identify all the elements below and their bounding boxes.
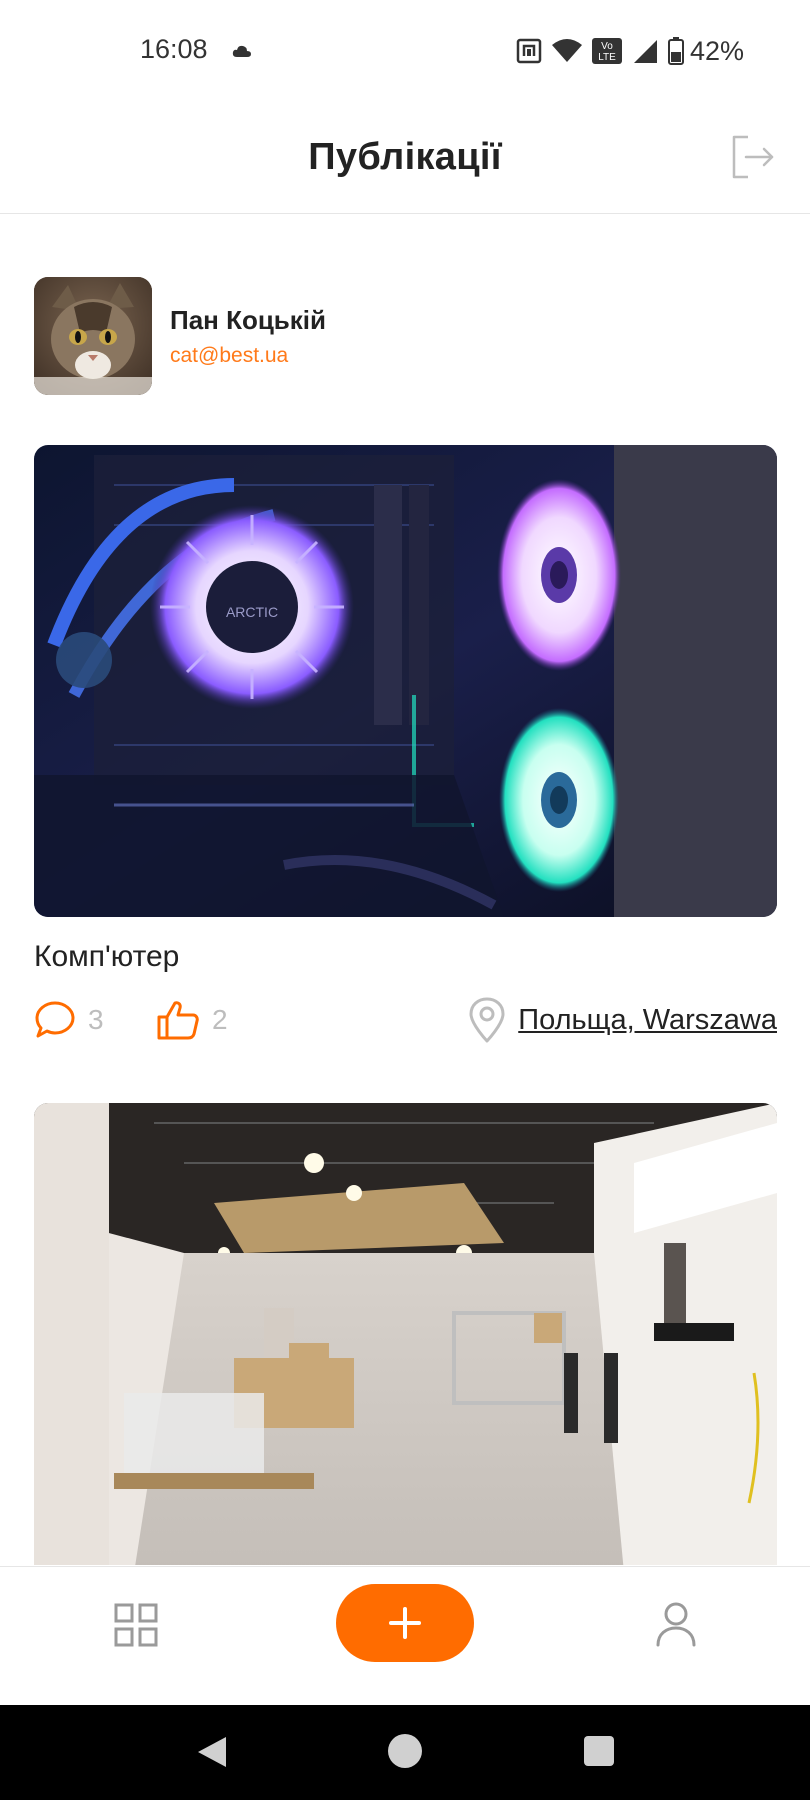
comment-icon bbox=[35, 1001, 75, 1038]
battery-icon bbox=[667, 37, 684, 65]
app-screen: 16:08 Vo LTE 42% Публікації Пан Коцькій … bbox=[0, 0, 810, 1800]
status-icons: Vo LTE 42% bbox=[506, 34, 744, 68]
post-image[interactable] bbox=[34, 1103, 777, 1565]
thumbs-up-icon bbox=[157, 1001, 199, 1040]
location-text: Польща, Warszawa bbox=[518, 1003, 777, 1036]
page-title: Публікації bbox=[308, 136, 502, 178]
user-info: Пан Коцькій cat@best.ua bbox=[170, 305, 326, 368]
logout-icon[interactable] bbox=[728, 132, 778, 182]
user-name: Пан Коцькій bbox=[170, 304, 327, 335]
map-pin-icon bbox=[469, 997, 505, 1043]
recents-icon[interactable] bbox=[584, 1736, 614, 1766]
avatar bbox=[34, 277, 152, 395]
cat-avatar bbox=[34, 277, 152, 395]
svg-text:Vo: Vo bbox=[601, 41, 613, 52]
comments-button[interactable]: 3 bbox=[34, 990, 104, 1050]
user-email: cat@best.ua bbox=[170, 343, 289, 367]
home-icon[interactable] bbox=[388, 1734, 422, 1768]
user-card: Пан Коцькій cat@best.ua bbox=[34, 277, 326, 395]
pc-case-rgb-photo: ARCTIC bbox=[34, 445, 777, 917]
status-bar: 16:08 Vo LTE 42% bbox=[0, 0, 810, 100]
create-post-button[interactable] bbox=[336, 1584, 474, 1662]
post-image[interactable]: ARCTIC bbox=[34, 445, 777, 917]
nfc-icon bbox=[516, 38, 542, 64]
status-time: 16:08 bbox=[140, 34, 208, 64]
post-title: Комп'ютер bbox=[34, 940, 180, 973]
likes-count: 2 bbox=[212, 1004, 228, 1035]
svg-text:LTE: LTE bbox=[598, 52, 616, 63]
cloud-icon bbox=[232, 45, 251, 57]
post-meta: 3 2 Польща, Warszawa bbox=[34, 990, 777, 1050]
battery-percent: 42% bbox=[689, 35, 744, 66]
room-renovation-photo bbox=[34, 1103, 777, 1565]
bottom-tab-bar bbox=[0, 1566, 810, 1704]
svg-text:ARCTIC: ARCTIC bbox=[226, 604, 278, 620]
system-navigation-bar bbox=[0, 1705, 810, 1800]
plus-icon bbox=[389, 1607, 421, 1639]
header: Публікації bbox=[0, 100, 810, 214]
wifi-icon bbox=[551, 39, 582, 62]
location-link[interactable]: Польща, Warszawa bbox=[468, 990, 777, 1050]
user-icon[interactable] bbox=[654, 1601, 698, 1647]
back-icon[interactable] bbox=[196, 1735, 228, 1769]
grid-icon[interactable] bbox=[114, 1603, 158, 1647]
comments-count: 3 bbox=[88, 1004, 104, 1035]
likes-button[interactable]: 2 bbox=[156, 990, 228, 1050]
posts-feed[interactable]: Пан Коцькій cat@best.ua ARCTIC Комп'ютер… bbox=[0, 215, 810, 1565]
signal-icon bbox=[633, 40, 657, 63]
volte-icon: Vo LTE bbox=[591, 38, 622, 64]
